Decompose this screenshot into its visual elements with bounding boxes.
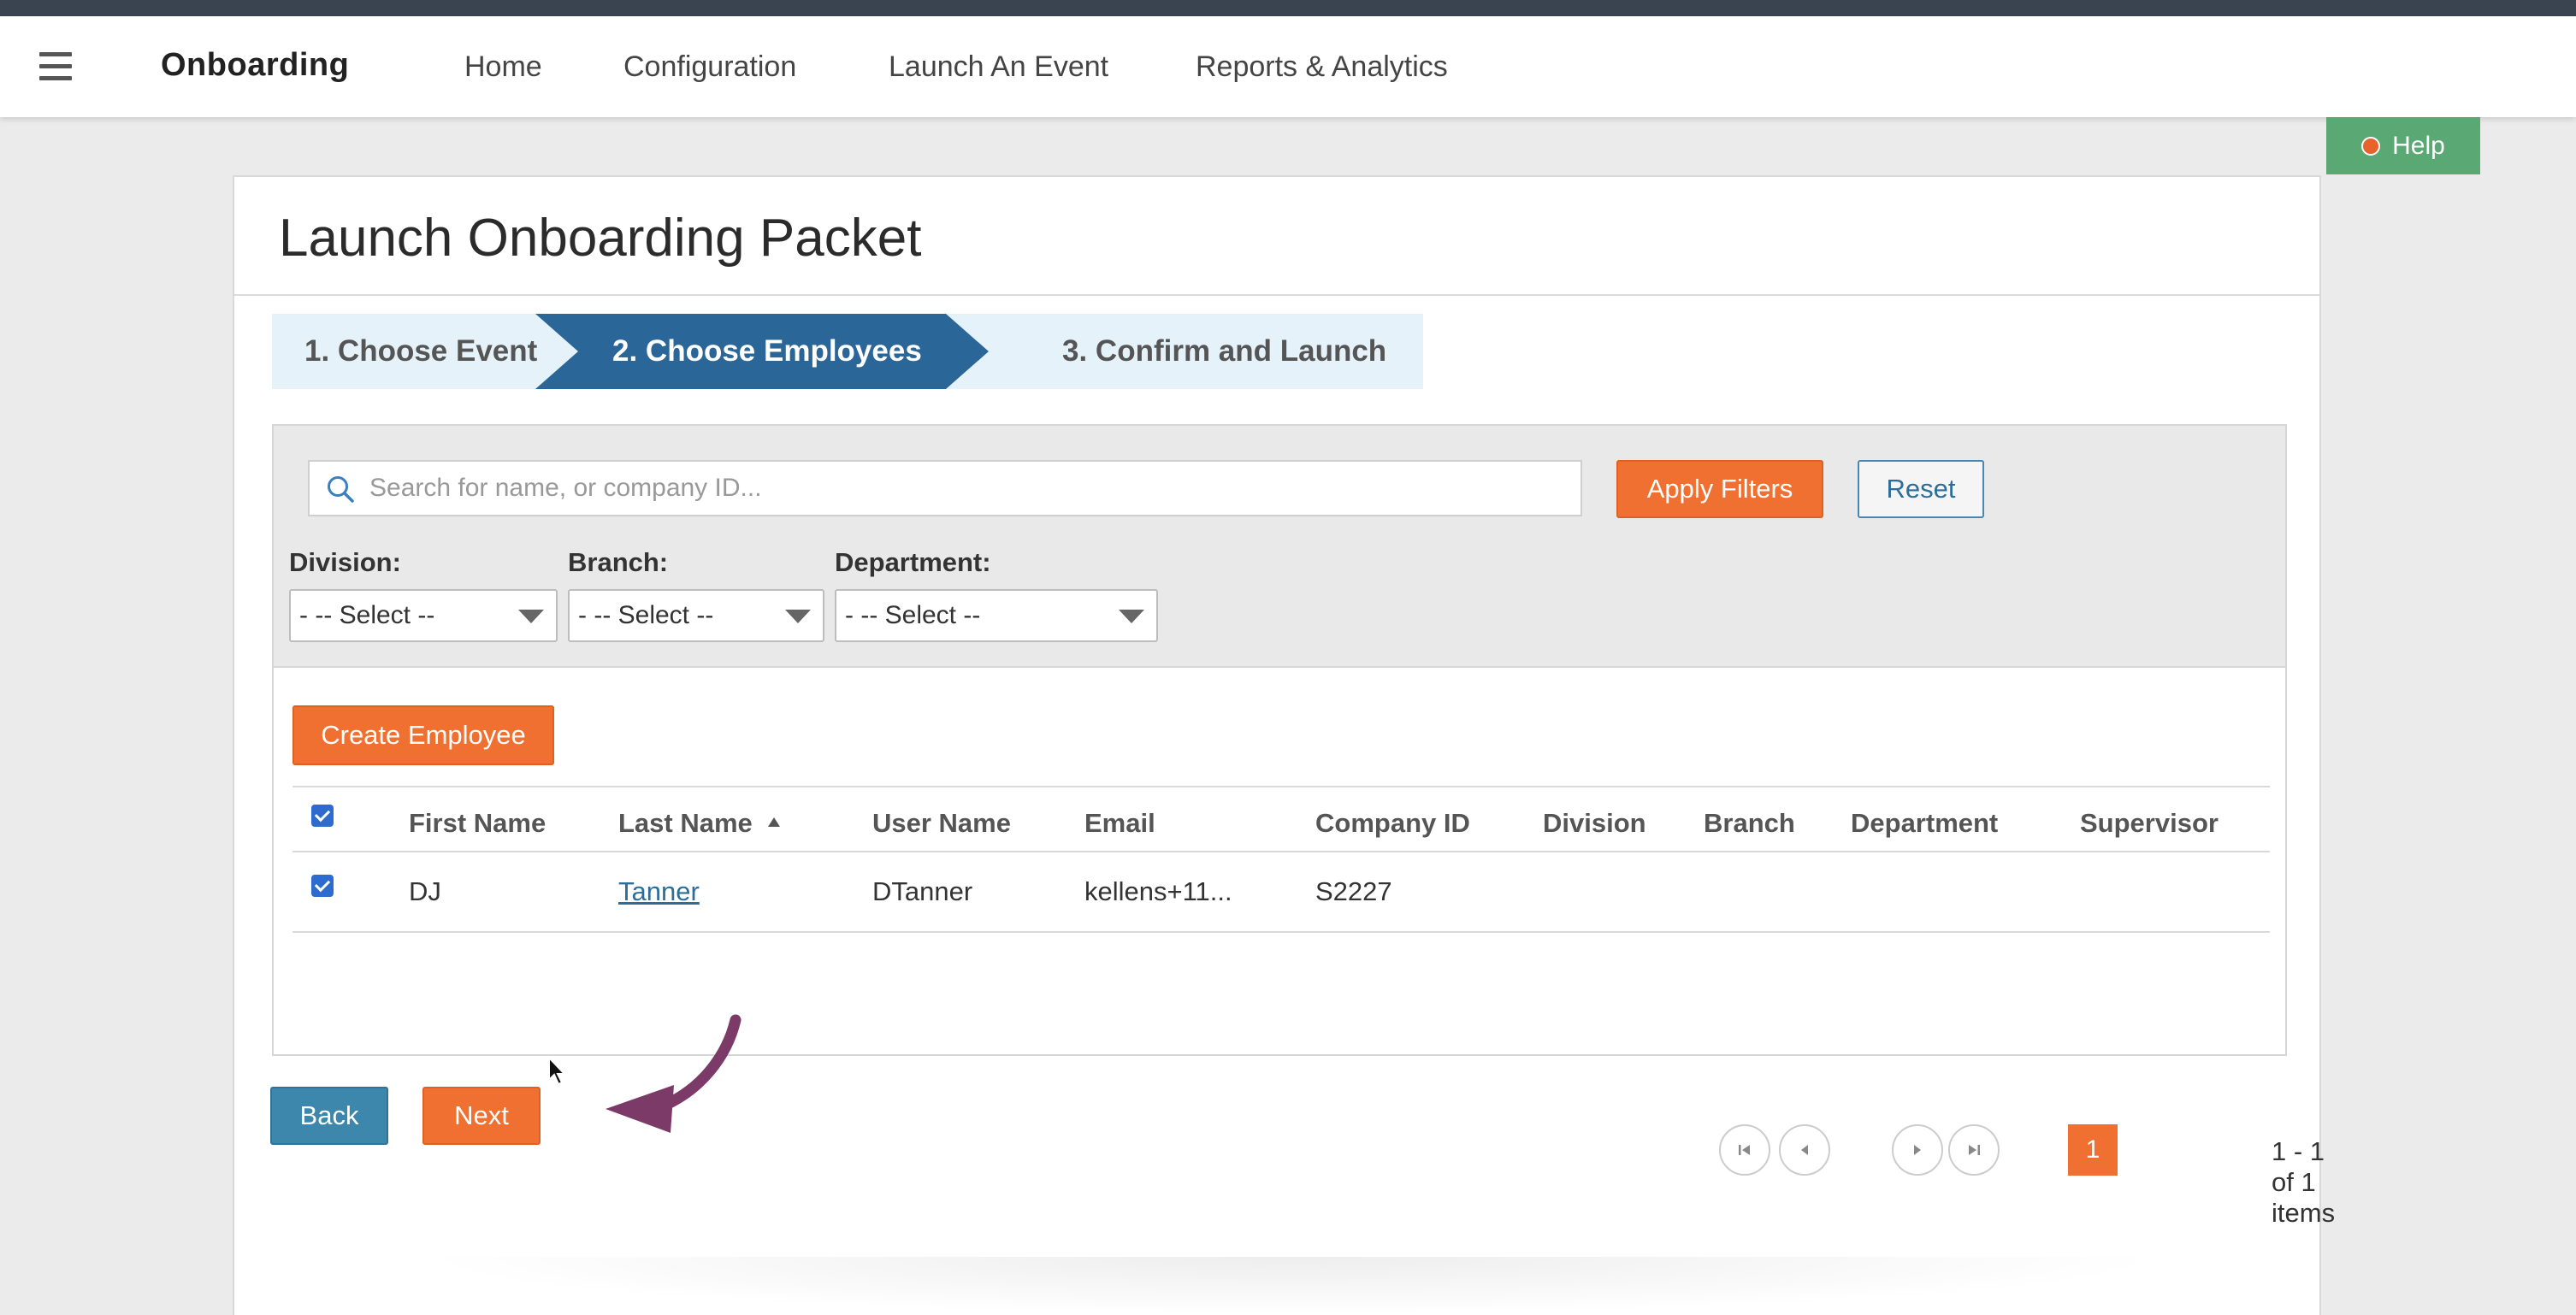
header-email[interactable]: Email — [1084, 808, 1155, 839]
reset-button[interactable]: Reset — [1858, 460, 1984, 518]
cell-user-name: DTanner — [872, 876, 973, 906]
last-page-icon — [1969, 1145, 1980, 1155]
branch-label: Branch: — [568, 547, 669, 577]
header-last-name[interactable]: Last Name — [618, 808, 780, 839]
last-name-link[interactable]: Tanner — [618, 876, 700, 906]
nav-link-launch-an-event[interactable]: Launch An Event — [889, 50, 1108, 84]
annotation-arrow-icon — [606, 1014, 741, 1133]
chevron-down-icon — [785, 610, 811, 623]
header-department[interactable]: Department — [1851, 808, 1998, 839]
header-division[interactable]: Division — [1543, 808, 1646, 839]
grid-top-divider — [292, 786, 2270, 787]
top-navbar: Onboarding Home Configuration Launch An … — [0, 16, 2576, 117]
header-branch[interactable]: Branch — [1704, 808, 1795, 839]
step-choose-employees-label: 2. Choose Employees — [612, 334, 922, 368]
create-employee-button[interactable]: Create Employee — [292, 705, 554, 765]
grid-header-divider — [292, 851, 2270, 852]
bottom-shadow — [411, 1257, 2172, 1315]
pager-last-button[interactable] — [1948, 1124, 2000, 1176]
next-button[interactable]: Next — [422, 1087, 541, 1145]
pager-next-button[interactable] — [1892, 1124, 1943, 1176]
division-select[interactable]: - -- Select -- — [289, 589, 558, 642]
hamburger-menu-icon[interactable] — [39, 52, 72, 81]
step-choose-event[interactable]: 1. Choose Event — [304, 314, 537, 389]
mouse-pointer-icon — [548, 1056, 567, 1086]
header-first-name[interactable]: First Name — [409, 808, 546, 839]
row-checkbox[interactable] — [311, 875, 334, 897]
help-button[interactable]: Help — [2326, 117, 2480, 174]
department-select[interactable]: - -- Select -- — [835, 589, 1158, 642]
header-user-name[interactable]: User Name — [872, 808, 1011, 839]
division-select-value: - -- Select -- — [299, 601, 435, 629]
header-supervisor[interactable]: Supervisor — [2080, 808, 2219, 839]
chevron-down-icon — [1119, 610, 1144, 623]
employee-table-panel: Create Employee First Name Last Name Use… — [272, 666, 2287, 1056]
pager-page-current[interactable]: 1 — [2068, 1124, 2118, 1176]
branch-select[interactable]: - -- Select -- — [568, 589, 824, 642]
back-button[interactable]: Back — [270, 1087, 388, 1145]
sort-ascending-icon — [767, 817, 780, 827]
first-page-icon — [1739, 1145, 1750, 1155]
department-label: Department: — [835, 547, 991, 577]
pager-previous-button[interactable] — [1779, 1124, 1830, 1176]
header-company-id[interactable]: Company ID — [1315, 808, 1470, 839]
launch-packet-card: Launch Onboarding Packet 1. Choose Event… — [233, 175, 2335, 1315]
step-choose-employees-active[interactable]: 2. Choose Employees — [535, 314, 989, 389]
search-icon — [328, 476, 354, 503]
department-select-value: - -- Select -- — [845, 601, 981, 629]
nav-link-reports-analytics[interactable]: Reports & Analytics — [1196, 50, 1448, 84]
top-strip — [0, 0, 2576, 16]
app-brand: Onboarding — [161, 47, 350, 83]
page-title: Launch Onboarding Packet — [279, 209, 922, 268]
search-input[interactable] — [369, 462, 1567, 515]
apply-filters-button[interactable]: Apply Filters — [1616, 460, 1823, 518]
next-page-icon — [1914, 1145, 1921, 1155]
help-status-icon — [2361, 136, 2381, 156]
division-label: Division: — [289, 547, 401, 577]
cell-first-name: DJ — [409, 876, 441, 906]
select-all-checkbox[interactable] — [311, 805, 334, 827]
help-label: Help — [2392, 131, 2445, 160]
title-divider — [234, 294, 2319, 296]
branch-select-value: - -- Select -- — [578, 601, 714, 629]
cell-last-name: Tanner — [618, 876, 700, 907]
filter-panel: Apply Filters Reset Division: Branch: De… — [272, 424, 2287, 666]
chevron-down-icon — [518, 610, 544, 623]
grid-row-divider — [292, 931, 2270, 933]
nav-link-home[interactable]: Home — [464, 50, 542, 84]
pager-info: 1 - 1 of 1 items — [2272, 1136, 2336, 1228]
search-box — [308, 460, 1582, 516]
pager-first-button[interactable] — [1719, 1124, 1770, 1176]
cell-company-id: S2227 — [1315, 876, 1392, 906]
nav-link-configuration[interactable]: Configuration — [623, 50, 796, 84]
cell-email: kellens+11... — [1084, 876, 1232, 906]
step-confirm-and-launch[interactable]: 3. Confirm and Launch — [1062, 314, 1386, 389]
previous-page-icon — [1801, 1145, 1808, 1155]
